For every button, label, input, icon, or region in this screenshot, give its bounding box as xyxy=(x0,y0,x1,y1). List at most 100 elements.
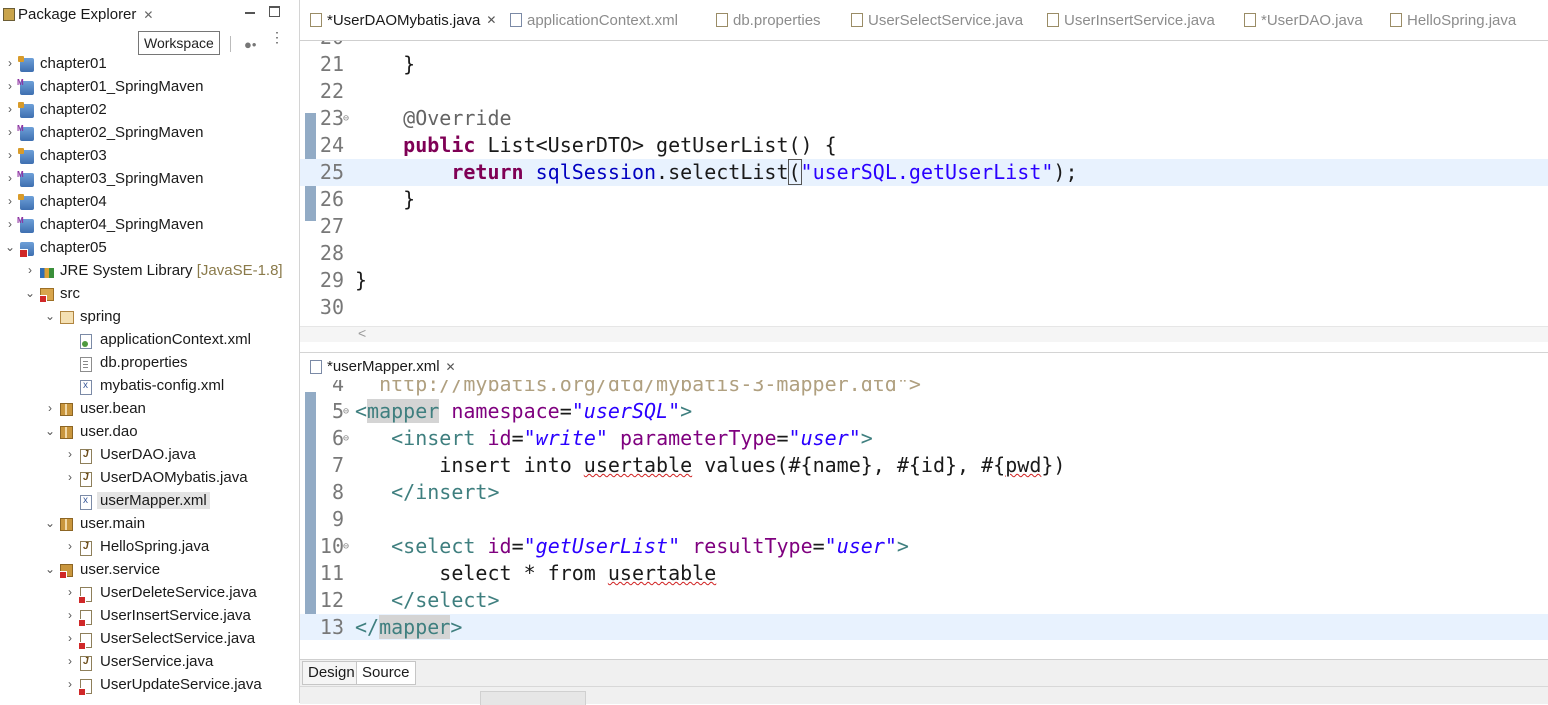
tree-item[interactable]: › chapter03_SpringMaven xyxy=(0,168,299,191)
fold-toggle-icon[interactable]: ⊖ xyxy=(343,105,349,132)
scroll-left-icon[interactable]: < xyxy=(358,639,366,640)
tree-item[interactable]: › chapter01_SpringMaven xyxy=(0,76,299,99)
maximize-icon[interactable] xyxy=(269,6,280,17)
tree-item[interactable]: › UserInsertService.java xyxy=(0,605,299,628)
close-icon[interactable]: ✕ xyxy=(446,360,456,374)
tree-item[interactable]: ⌄ chapter05 xyxy=(0,237,299,260)
focus-icon[interactable]: ●• xyxy=(244,37,256,52)
expand-chevron-icon[interactable]: › xyxy=(4,102,16,116)
code-line[interactable]: 7 insert into usertable values(#{name}, … xyxy=(300,452,1548,479)
tree-item[interactable]: › UserDAOMybatis.java xyxy=(0,467,299,490)
code-line[interactable]: 24 public List<UserDTO> getUserList() { xyxy=(300,132,1548,159)
tree-item[interactable]: › UserDeleteService.java xyxy=(0,582,299,605)
tree-item[interactable]: › chapter01 xyxy=(0,53,299,76)
tree-item[interactable]: userMapper.xml xyxy=(0,490,299,513)
editor-tab[interactable]: *UserDAOMybatis.java ✕ xyxy=(310,0,497,40)
minimize-icon[interactable] xyxy=(245,12,255,14)
code-line[interactable]: 28 xyxy=(300,240,1548,267)
tree-item[interactable]: › UserSelectService.java xyxy=(0,628,299,651)
tree-item[interactable]: › JRE System Library [JavaSE-1.8] xyxy=(0,260,299,283)
editor-tab[interactable]: UserSelectService.java xyxy=(851,0,1023,40)
code-line[interactable]: 22 xyxy=(300,78,1548,105)
expand-chevron-icon[interactable]: › xyxy=(64,608,76,622)
code-line[interactable]: 8 </insert> xyxy=(300,479,1548,506)
editor-tab[interactable]: *UserDAO.java xyxy=(1244,0,1363,40)
expand-chevron-icon[interactable]: › xyxy=(64,470,76,484)
code-line[interactable]: 13 </mapper> xyxy=(300,614,1548,640)
mode-tab-source[interactable]: Source xyxy=(356,661,416,685)
code-line[interactable]: 6 ⊖ <insert id="write" parameterType="use… xyxy=(300,425,1548,452)
tree-item[interactable]: ⌄ user.dao xyxy=(0,421,299,444)
code-line[interactable]: 25 return sqlSession.selectList("userSQL… xyxy=(300,159,1548,186)
code-line[interactable]: 5 ⊖ <mapper namespace="userSQL"> xyxy=(300,398,1548,425)
fold-toggle-icon[interactable]: ⊖ xyxy=(343,533,349,560)
expand-chevron-icon[interactable]: › xyxy=(4,148,16,162)
expand-chevron-icon[interactable]: › xyxy=(64,654,76,668)
collapse-chevron-icon[interactable]: ⌄ xyxy=(44,562,56,576)
editor-tab[interactable]: HelloSpring.java xyxy=(1390,0,1516,40)
expand-chevron-icon[interactable]: › xyxy=(64,447,76,461)
editor-tab[interactable]: UserInsertService.java xyxy=(1047,0,1215,40)
tree-item[interactable]: ⌄ user.service xyxy=(0,559,299,582)
tree-item[interactable]: applicationContext.xml xyxy=(0,329,299,352)
tree-item[interactable]: ⌄ src xyxy=(0,283,299,306)
code-line[interactable]: 12 </select> xyxy=(300,587,1548,614)
code-line[interactable]: 21 } xyxy=(300,51,1548,78)
expand-chevron-icon[interactable]: › xyxy=(4,171,16,185)
mode-tab-design[interactable]: Design xyxy=(302,661,361,685)
expand-chevron-icon[interactable]: › xyxy=(4,125,16,139)
tree-item[interactable]: db.properties xyxy=(0,352,299,375)
expand-chevron-icon[interactable]: › xyxy=(4,56,16,70)
tree-item[interactable]: mybatis-config.xml xyxy=(0,375,299,398)
editor-tab[interactable]: applicationContext.xml xyxy=(510,0,678,40)
code-line[interactable]: 23 ⊖ @Override xyxy=(300,105,1548,132)
collapse-chevron-icon[interactable]: ⌄ xyxy=(4,240,16,254)
expand-chevron-icon[interactable]: › xyxy=(4,79,16,93)
view-menu-icon[interactable]: ⋮ xyxy=(270,30,284,44)
expand-chevron-icon[interactable]: › xyxy=(64,585,76,599)
collapse-chevron-icon[interactable]: ⌄ xyxy=(44,309,56,323)
tree-item[interactable]: › UserUpdateService.java xyxy=(0,674,299,697)
tree-item[interactable]: › UserDAO.java xyxy=(0,444,299,467)
scroll-left-icon[interactable]: < xyxy=(358,325,366,341)
tree-item[interactable]: › chapter04 xyxy=(0,191,299,214)
editor-tab[interactable]: *userMapper.xml ✕ xyxy=(310,353,456,380)
java-editor[interactable]: 2021 }2223⊖ @Override24 public List<User… xyxy=(300,41,1548,345)
expand-chevron-icon[interactable]: › xyxy=(64,539,76,553)
expand-chevron-icon[interactable]: › xyxy=(24,263,36,277)
code-line[interactable]: 20 xyxy=(300,41,1548,51)
code-line[interactable]: 26 } xyxy=(300,186,1548,213)
expand-chevron-icon[interactable]: › xyxy=(4,217,16,231)
code-line[interactable]: 30 xyxy=(300,294,1548,321)
tree-item[interactable]: ⌄ user.main xyxy=(0,513,299,536)
code-line[interactable]: 27 xyxy=(300,213,1548,240)
fold-toggle-icon[interactable]: ⊖ xyxy=(343,425,349,452)
expand-chevron-icon[interactable]: › xyxy=(44,401,56,415)
code-line[interactable]: 9 xyxy=(300,506,1548,533)
collapse-chevron-icon[interactable]: ⌄ xyxy=(44,516,56,530)
xml-editor[interactable]: 4 http://mybatis.org/dtd/mybatis-3-mappe… xyxy=(300,380,1548,640)
expand-chevron-icon[interactable]: › xyxy=(64,631,76,645)
code-line[interactable]: 29} xyxy=(300,267,1548,294)
code-line[interactable]: 11 select * from usertable xyxy=(300,560,1548,587)
collapse-chevron-icon[interactable]: ⌄ xyxy=(24,286,36,300)
collapse-chevron-icon[interactable]: ⌄ xyxy=(44,424,56,438)
tree-item[interactable]: › UserService.java xyxy=(0,651,299,674)
tree-item[interactable]: › chapter02_SpringMaven xyxy=(0,122,299,145)
tree-item[interactable]: › user.bean xyxy=(0,398,299,421)
expand-chevron-icon[interactable]: › xyxy=(64,677,76,691)
editor-tab[interactable]: db.properties xyxy=(716,0,821,40)
code-line[interactable]: 4 http://mybatis.org/dtd/mybatis-3-mappe… xyxy=(300,380,1548,398)
view-tab-package-explorer[interactable]: Package Explorer ✕ xyxy=(18,6,153,23)
tree-item[interactable]: ⌄ spring xyxy=(0,306,299,329)
close-icon[interactable]: ✕ xyxy=(486,13,496,27)
tree-item[interactable]: › HelloSpring.java xyxy=(0,536,299,559)
close-icon[interactable]: ✕ xyxy=(143,8,153,22)
tree-item[interactable]: › chapter03 xyxy=(0,145,299,168)
expand-chevron-icon[interactable]: › xyxy=(4,194,16,208)
tree-item[interactable]: › chapter04_SpringMaven xyxy=(0,214,299,237)
horizontal-scrollbar[interactable]: < xyxy=(300,325,1548,342)
fold-toggle-icon[interactable]: ⊖ xyxy=(343,398,349,425)
code-line[interactable]: 10 ⊖ <select id="getUserList" resultType=… xyxy=(300,533,1548,560)
tree-item[interactable]: › chapter02 xyxy=(0,99,299,122)
